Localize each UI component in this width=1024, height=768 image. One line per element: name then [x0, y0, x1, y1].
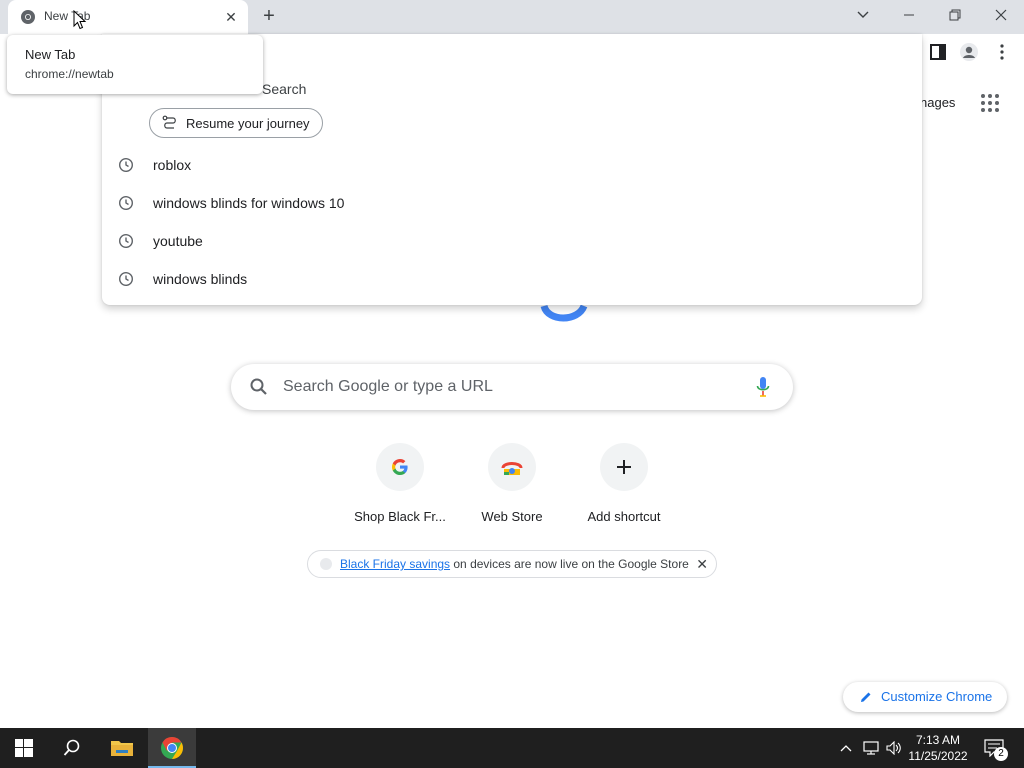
microphone-icon[interactable]	[755, 376, 771, 398]
windows-taskbar: 7:13 AM 11/25/2022 2	[0, 728, 1024, 768]
show-hidden-icons-icon[interactable]	[840, 744, 852, 752]
suggestion-partial-text[interactable]: Search	[262, 81, 306, 97]
shortcut-tile[interactable]: Web Store	[456, 443, 568, 533]
suggestion-text: youtube	[153, 233, 203, 249]
history-clock-icon	[118, 157, 134, 173]
chrome-icon	[21, 10, 35, 24]
taskbar-chrome[interactable]	[148, 728, 196, 768]
network-icon[interactable]	[863, 741, 879, 755]
hover-card-url: chrome://newtab	[25, 67, 114, 81]
shortcut-tile[interactable]: Shop Black Fr...	[344, 443, 456, 533]
tab-close-icon[interactable]: ✕	[222, 8, 240, 26]
clock-date: 11/25/2022	[908, 749, 968, 763]
shortcut-label: Shop Black Fr...	[354, 509, 446, 524]
promo-close-icon[interactable]: ✕	[696, 556, 708, 573]
shortcut-label: Web Store	[481, 509, 543, 524]
resume-journey-button[interactable]: Resume your journey	[149, 108, 323, 138]
tab-new-tab[interactable]: New Tab ✕	[8, 0, 248, 34]
resume-journey-label: Resume your journey	[186, 115, 310, 131]
notification-count-badge: 2	[994, 747, 1008, 761]
close-window-button[interactable]	[978, 0, 1024, 30]
promo-banner: Black Friday savings on devices are now …	[307, 550, 717, 578]
shortcut-icon-bg	[488, 443, 536, 491]
profile-icon[interactable]	[959, 42, 979, 62]
customize-chrome-button[interactable]: Customize Chrome	[843, 682, 1007, 712]
tab-search-icon[interactable]	[840, 0, 886, 30]
promo-body: on devices are now live on the Google St…	[450, 557, 689, 571]
images-link[interactable]: nages	[920, 95, 955, 110]
web-store-icon	[501, 462, 523, 475]
ntp-search-box[interactable]: Search Google or type a URL	[231, 364, 793, 410]
promo-text: Black Friday savings on devices are now …	[340, 557, 689, 571]
shortcut-icon-bg	[376, 443, 424, 491]
pencil-icon	[861, 692, 871, 702]
journey-icon	[162, 115, 176, 129]
shortcut-tile[interactable]: Add shortcut	[568, 443, 680, 533]
history-clock-icon	[118, 195, 134, 211]
search-input[interactable]: Search Google or type a URL	[283, 378, 493, 396]
suggestion-row[interactable]: youtube	[102, 222, 922, 260]
shortcut-label: Add shortcut	[587, 509, 661, 524]
suggestion-text: windows blinds	[153, 271, 248, 287]
taskbar-file-explorer[interactable]	[98, 728, 146, 768]
suggestion-text: windows blinds for windows 10	[153, 195, 345, 211]
clock[interactable]: 7:13 AM 11/25/2022	[906, 732, 970, 764]
folder-icon	[111, 741, 133, 756]
minimize-button[interactable]	[886, 0, 932, 30]
promo-link[interactable]: Black Friday savings	[340, 557, 450, 571]
google-store-icon	[320, 558, 332, 570]
side-panel-icon[interactable]	[928, 42, 948, 62]
shortcut-icon-bg	[600, 443, 648, 491]
taskbar-search-button[interactable]	[48, 728, 96, 768]
restore-button[interactable]	[932, 0, 978, 30]
action-center-button[interactable]: 2	[978, 728, 1018, 768]
history-clock-icon	[118, 233, 134, 249]
history-clock-icon	[118, 271, 134, 287]
search-icon	[250, 378, 267, 395]
volume-icon[interactable]	[886, 741, 902, 755]
tab-hover-card: New Tab chrome://newtab	[7, 35, 263, 94]
tab-strip: New Tab ✕ +	[0, 0, 1024, 34]
clock-time: 7:13 AM	[915, 733, 961, 747]
plus-icon	[617, 460, 631, 474]
suggestion-row[interactable]: roblox	[102, 146, 922, 184]
google-apps-icon[interactable]	[980, 93, 1000, 113]
google-g-icon	[392, 459, 408, 475]
new-tab-button[interactable]: +	[258, 6, 280, 28]
start-button[interactable]	[0, 728, 48, 768]
customize-chrome-label: Customize Chrome	[881, 689, 993, 704]
chrome-icon	[161, 737, 183, 759]
suggestion-row[interactable]: windows blinds for windows 10	[102, 184, 922, 222]
windows-logo-icon	[15, 739, 33, 757]
search-icon	[63, 739, 80, 756]
menu-dots-icon[interactable]	[992, 42, 1012, 62]
suggestion-text: roblox	[153, 157, 192, 173]
mouse-cursor-icon	[73, 10, 87, 30]
suggestion-row[interactable]: windows blinds	[102, 260, 922, 298]
hover-card-title: New Tab	[25, 47, 76, 62]
